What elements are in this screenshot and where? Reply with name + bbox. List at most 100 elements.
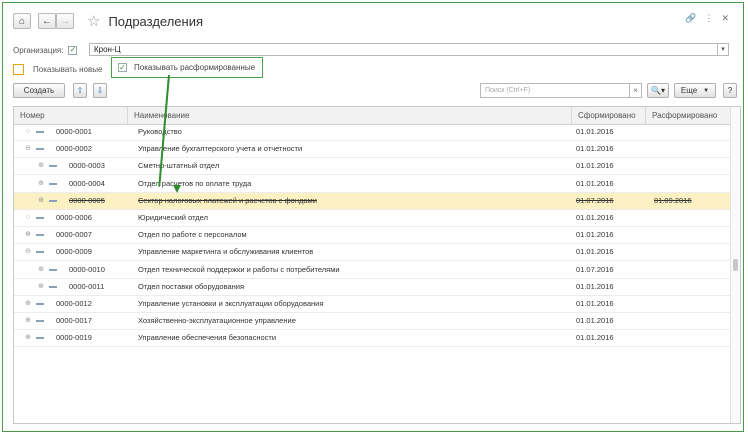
cell-number: 0000-0019 (56, 333, 92, 343)
department-icon (36, 337, 44, 340)
more-label: Еще (680, 86, 698, 95)
cell-name: Управление обеспечения безопасности (138, 333, 277, 343)
tree-expand-icon[interactable]: ⊕ (24, 231, 32, 239)
close-icon[interactable]: ✕ (721, 13, 729, 24)
chevron-down-icon: ▾ (721, 46, 725, 53)
home-button[interactable]: ⌂ (13, 13, 31, 29)
tree-collapse-icon[interactable]: ⊖ (24, 145, 32, 153)
more-icon[interactable]: ⋮ (704, 13, 713, 24)
table-row[interactable]: ⊕ 0000-0003 Сметно-штатный отдел 01.01.2016 (14, 158, 730, 176)
tree-expand-icon[interactable]: ⊕ (24, 334, 32, 342)
department-icon (36, 217, 44, 219)
cell-number: 0000-0012 (56, 299, 92, 308)
cell-formed: 01.07.2016 (576, 195, 614, 205)
search-clear-button[interactable]: × (630, 83, 642, 98)
column-header-formed[interactable]: Сформировано (572, 107, 646, 124)
cell-formed: 01.01.2016 (576, 127, 614, 136)
organization-checkbox[interactable]: ✓ (68, 45, 78, 55)
department-icon (36, 131, 44, 133)
department-icon (36, 234, 44, 237)
table-row[interactable]: ⊕ 0000-0007 Отдел по работе с персоналом 01… (14, 227, 730, 245)
table-row[interactable]: ○ 0000-0001 Руководство 01.01.2016 (14, 124, 730, 141)
table-row[interactable]: ⊖ 0000-0002 Управление бухгалтерского учет… (14, 141, 730, 159)
scrollbar-thumb[interactable] (733, 259, 738, 271)
column-header-disbanded[interactable]: Расформировано (646, 107, 730, 124)
cell-name: Отдел расчетов по оплате труда (138, 178, 252, 188)
tree-expand-icon[interactable]: ⊕ (24, 317, 32, 325)
table-row[interactable]: ⊕ 0000-0012 Управление установки и эксплуа… (14, 296, 730, 313)
cell-number: 0000-0002 (56, 144, 92, 154)
department-icon (49, 285, 57, 288)
link-icon[interactable]: 🔗 (685, 13, 696, 24)
table-row[interactable]: ⊕ 0000-0010 Отдел технической поддержки и … (14, 262, 730, 279)
search-input[interactable]: Поиск (Ctrl+F) (480, 83, 630, 98)
create-button[interactable]: Создать (13, 83, 65, 98)
window-icons: 🔗 ⋮ ✕ (685, 13, 729, 24)
window-topbar: ⌂ ← → ☆ Подразделения (13, 11, 203, 31)
tree-expand-icon[interactable]: ⊕ (37, 162, 45, 170)
cell-name: Отдел технической поддержки и работы с п… (138, 264, 340, 274)
organization-field[interactable]: Крон-Ц (89, 43, 718, 56)
show-new-checkbox[interactable] (13, 63, 24, 75)
arrow-up-icon: ⇧ (76, 86, 84, 95)
more-button[interactable]: Еще ▼ (674, 83, 716, 98)
tree-collapse-icon[interactable]: ⊖ (24, 248, 32, 256)
table-row[interactable]: ⊕ 0000-0004 Отдел расчетов по оплате труда… (14, 176, 730, 193)
show-disbanded-checkbox[interactable]: ✓ (118, 63, 127, 72)
cell-disbanded: 01.09.2016 (654, 195, 692, 205)
forward-button[interactable]: → (56, 13, 74, 29)
cell-formed: 01.01.2016 (576, 213, 614, 222)
show-disbanded-row: ✓ Показывать расформированные (111, 57, 263, 78)
cell-name: Руководство (138, 127, 182, 136)
arrow-left-icon: ← (42, 15, 52, 27)
help-button[interactable]: ? (723, 83, 737, 98)
toolbar: Создать ⇧ ⇩ Поиск (Ctrl+F) × 🔍▾ Еще ▼ ? (13, 83, 739, 99)
cell-number: 0000-0003 (69, 161, 105, 171)
table-row[interactable]: ⊕ 0000-0017 Хозяйственно-эксплуатационное … (14, 313, 730, 331)
caret-down-icon: ▼ (703, 87, 710, 94)
back-button[interactable]: ← (38, 13, 56, 29)
show-new-row: Показывать новые (13, 61, 102, 77)
department-icon (49, 199, 57, 202)
home-icon: ⌂ (18, 15, 26, 27)
window-frame: ⌂ ← → ☆ Подразделения 🔗 ⋮ ✕ Организация:… (2, 2, 744, 432)
table-row[interactable]: ⊖ 0000-0009 Управление маркетинга и обслуж… (14, 244, 730, 262)
cell-formed: 01.01.2016 (576, 230, 614, 240)
tree-leaf-icon: ○ (25, 214, 31, 221)
tree-leaf-icon: ○ (25, 128, 31, 135)
cell-number: 0000-0007 (56, 230, 92, 240)
cell-number: 0000-0010 (69, 264, 105, 274)
cell-number: 0000-0005 (69, 195, 105, 205)
cell-name: Управление установки и эксплуатации обор… (138, 299, 324, 308)
star-icon[interactable]: ☆ (87, 12, 100, 30)
table-row[interactable]: ⊕ 0000-0019 Управление обеспечения безопас… (14, 330, 730, 348)
table-row[interactable]: ○ 0000-0006 Юридический отдел 01.01.2016 (14, 210, 730, 227)
move-down-button[interactable]: ⇩ (93, 83, 107, 98)
tree-expand-icon[interactable]: ⊕ (37, 180, 45, 188)
table-row[interactable]: ⊕ 0000-0005 Сектор налоговых платежей и ра… (14, 192, 730, 210)
cell-name: Юридический отдел (138, 213, 208, 222)
department-icon (36, 303, 44, 305)
cell-formed: 01.07.2016 (576, 264, 614, 274)
vertical-scrollbar[interactable] (730, 107, 740, 423)
tree-expand-icon[interactable]: ⊕ (37, 197, 45, 205)
organization-dropdown-button[interactable]: ▾ (718, 43, 729, 56)
tree-expand-icon[interactable]: ⊕ (24, 300, 32, 308)
cell-formed: 01.01.2016 (576, 299, 614, 308)
cell-formed: 01.01.2016 (576, 178, 614, 188)
cell-name: Отдел поставки оборудования (138, 281, 245, 291)
organization-label: Организация: (13, 45, 64, 55)
table-header: Номер Наименование Сформировано Расформи… (14, 107, 730, 125)
column-header-number[interactable]: Номер (14, 107, 128, 124)
department-icon (36, 320, 44, 323)
department-icon (36, 251, 44, 254)
table-row[interactable]: ⊕ 0000-0011 Отдел поставки оборудования 01.… (14, 279, 730, 296)
move-up-button[interactable]: ⇧ (73, 83, 87, 98)
column-header-name[interactable]: Наименование (128, 107, 572, 124)
organization-row: Организация: ✓ Крон-Ц ▾ (13, 43, 729, 57)
cell-number: 0000-0006 (56, 213, 92, 222)
tree-expand-icon[interactable]: ⊕ (37, 266, 45, 274)
tree-expand-icon[interactable]: ⊕ (37, 283, 45, 291)
cell-formed: 01.01.2016 (576, 333, 614, 343)
search-options-button[interactable]: 🔍▾ (647, 83, 669, 98)
